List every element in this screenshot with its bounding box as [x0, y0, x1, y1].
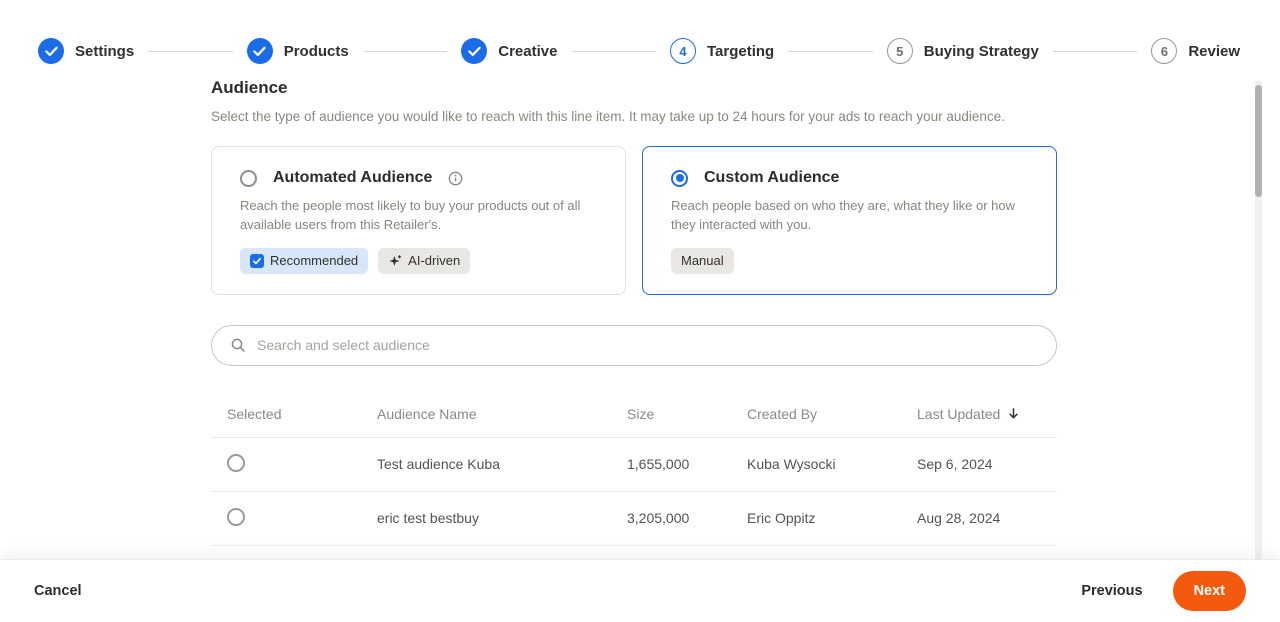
check-icon — [38, 38, 64, 64]
row-radio[interactable] — [227, 507, 245, 526]
cancel-button[interactable]: Cancel — [34, 583, 82, 599]
audience-section: Audience Select the type of audience you… — [211, 78, 1057, 546]
step-number: 5 — [886, 38, 913, 64]
step-buying-strategy[interactable]: 5 Buying Strategy — [886, 38, 1039, 64]
col-selected: Selected — [227, 405, 282, 422]
page-title: Audience — [211, 78, 288, 97]
custom-audience-radio[interactable] — [671, 169, 688, 187]
cell-created-by: Eric Oppitz — [747, 510, 816, 527]
step-connector — [1052, 50, 1138, 52]
col-size: Size — [627, 405, 655, 422]
badge-label: AI-driven — [408, 253, 461, 269]
ai-driven-badge: AI-driven — [378, 247, 471, 274]
cell-size: 1,655,000 — [627, 456, 690, 473]
check-icon — [246, 38, 273, 64]
step-label: Products — [283, 42, 349, 60]
step-creative[interactable]: Creative — [461, 38, 557, 64]
step-label: Buying Strategy — [923, 42, 1039, 60]
step-label: Review — [1188, 42, 1241, 60]
cell-last-updated: Sep 6, 2024 — [917, 456, 993, 473]
badge-label: Manual — [681, 253, 724, 269]
table-row[interactable]: eric test bestbuy 3,205,000 Eric Oppitz … — [211, 492, 1057, 546]
wizard-stepper: Settings Products Creative 4 Targeting 5… — [0, 0, 1280, 78]
card-title: Custom Audience — [704, 169, 840, 186]
step-number: 4 — [670, 38, 696, 64]
next-button[interactable]: Next — [1172, 571, 1246, 611]
step-connector — [788, 50, 873, 52]
card-title: Automated Audience — [273, 169, 433, 186]
audience-table: Selected Audience Name Size Created By L… — [211, 391, 1057, 546]
audience-type-options: Automated Audience Reach the people most… — [211, 146, 1057, 295]
badge-label: Recommended — [270, 253, 359, 269]
step-connector — [571, 50, 656, 52]
step-label: Targeting — [707, 42, 775, 60]
step-products[interactable]: Products — [246, 38, 349, 64]
table-header-row: Selected Audience Name Size Created By L… — [211, 391, 1057, 438]
recommended-icon — [250, 253, 264, 268]
cell-audience-name: eric test bestbuy — [377, 510, 479, 527]
col-last-updated[interactable]: Last Updated — [917, 406, 1057, 422]
table-row[interactable]: Test audience Kuba 1,655,000 Kuba Wysock… — [211, 438, 1057, 492]
search-input[interactable] — [257, 337, 1038, 354]
step-connector — [362, 50, 448, 52]
info-icon[interactable] — [448, 171, 463, 186]
step-number: 6 — [1151, 38, 1178, 64]
step-targeting-current[interactable]: 4 Targeting — [670, 38, 774, 64]
wizard-footer: Cancel Previous Next — [0, 560, 1280, 622]
automated-audience-card[interactable]: Automated Audience Reach the people most… — [211, 146, 626, 295]
audience-search[interactable] — [211, 324, 1057, 366]
card-description: Reach the people most likely to buy your… — [240, 198, 581, 232]
step-label: Settings — [75, 42, 135, 60]
cell-size: 3,205,000 — [627, 510, 690, 527]
cell-created-by: Kuba Wysocki — [747, 456, 836, 473]
custom-audience-card[interactable]: Custom Audience Reach people based on wh… — [642, 146, 1057, 295]
step-settings[interactable]: Settings — [38, 38, 134, 64]
row-radio[interactable] — [227, 453, 245, 472]
col-created-by: Created By — [747, 405, 818, 422]
manual-badge: Manual — [671, 247, 734, 274]
section-subtitle: Select the type of audience you would li… — [211, 109, 1005, 124]
vertical-scrollbar-thumb[interactable] — [1255, 85, 1262, 197]
previous-button[interactable]: Previous — [1081, 583, 1142, 599]
step-connector — [148, 50, 233, 52]
step-label: Creative — [498, 42, 558, 60]
step-review[interactable]: 6 Review — [1151, 38, 1240, 64]
recommended-badge: Recommended — [240, 247, 369, 274]
check-icon — [461, 38, 488, 64]
col-audience-name: Audience Name — [377, 405, 477, 422]
automated-audience-radio[interactable] — [240, 169, 257, 187]
ai-sparkle-icon — [388, 254, 402, 268]
cell-audience-name: Test audience Kuba — [377, 456, 500, 473]
col-label: Last Updated — [917, 405, 1001, 422]
card-description: Reach people based on who they are, what… — [671, 198, 1015, 232]
search-icon — [230, 337, 246, 353]
cell-last-updated: Aug 28, 2024 — [917, 510, 1001, 527]
sort-desc-icon[interactable] — [1007, 407, 1020, 420]
